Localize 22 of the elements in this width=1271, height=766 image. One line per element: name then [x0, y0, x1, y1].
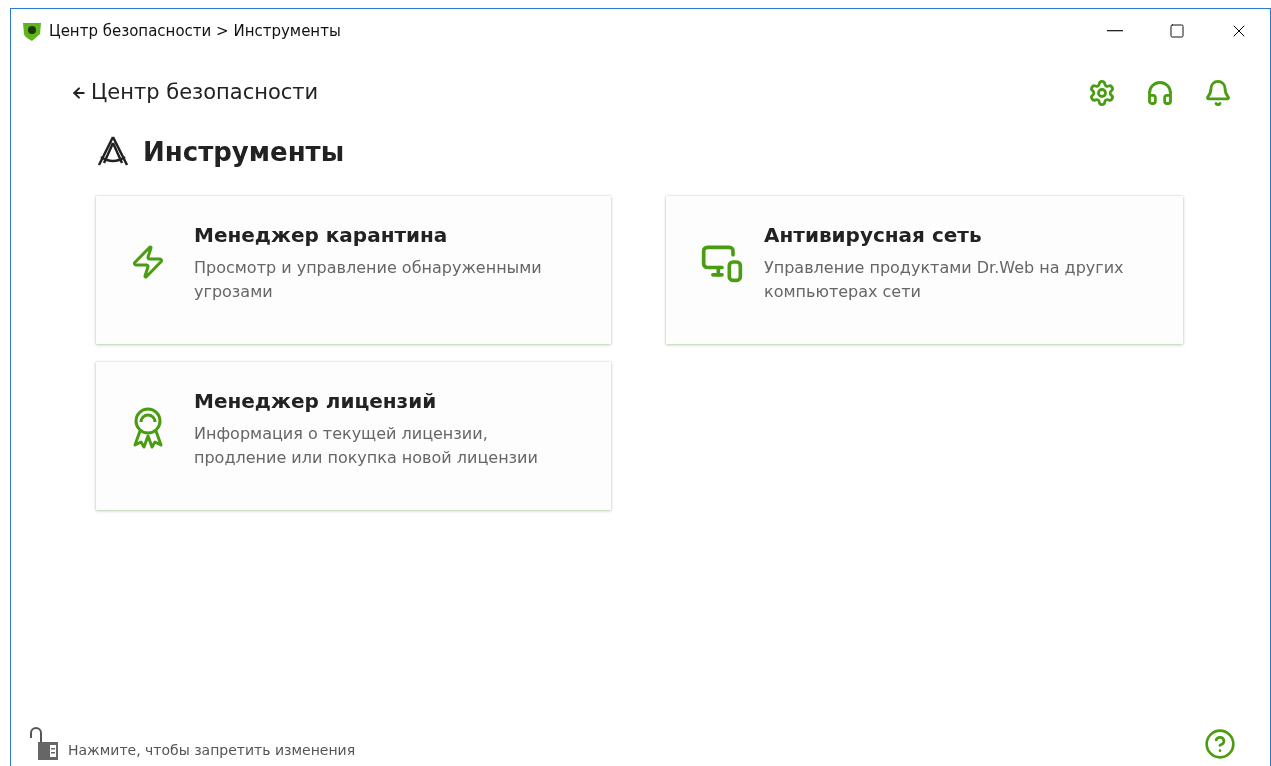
tool-description: Просмотр и управление обнаруженными угрозами [194, 256, 543, 303]
bell-icon[interactable] [1204, 78, 1232, 107]
settings-icon[interactable] [1088, 78, 1116, 107]
tool-card[interactable]: Менеджер лицензий Информация о текущей лицензии, продление или покупка новой лицензии [96, 361, 611, 510]
tool-title: Менеджер карантина [194, 221, 449, 249]
lock-hint[interactable]: Нажмите, чтобы запретить изменения [68, 739, 356, 761]
tool-title: Менеджер лицензий [194, 387, 438, 415]
tool-description: Информация о текущей лицензии, продление или покупка новой лицензии [194, 422, 539, 469]
maximize-icon [1169, 23, 1185, 39]
app-logo-icon [21, 20, 43, 42]
headset-icon[interactable] [1146, 78, 1174, 107]
window-title: Центр безопасности > Инструменты [49, 20, 341, 42]
page-title: Инструменты [143, 135, 345, 169]
tool-description: Управление продуктами Dr.Web на других компьютерах сети [764, 256, 1125, 303]
lightning-icon [130, 243, 166, 280]
open-padlock-icon[interactable] [29, 726, 59, 762]
tool-card[interactable]: Менеджер карантина Просмотр и управление обнаруженными угрозами [96, 195, 611, 344]
tool-card[interactable]: Антивирусная сеть Управление продуктами Dr.Web на других компьютерах сети [666, 195, 1183, 344]
help-icon[interactable] [1204, 728, 1236, 760]
minimize-icon [1107, 30, 1123, 32]
back-link[interactable]: Центр безопасности [71, 77, 319, 109]
tool-title: Антивирусная сеть [764, 221, 983, 249]
